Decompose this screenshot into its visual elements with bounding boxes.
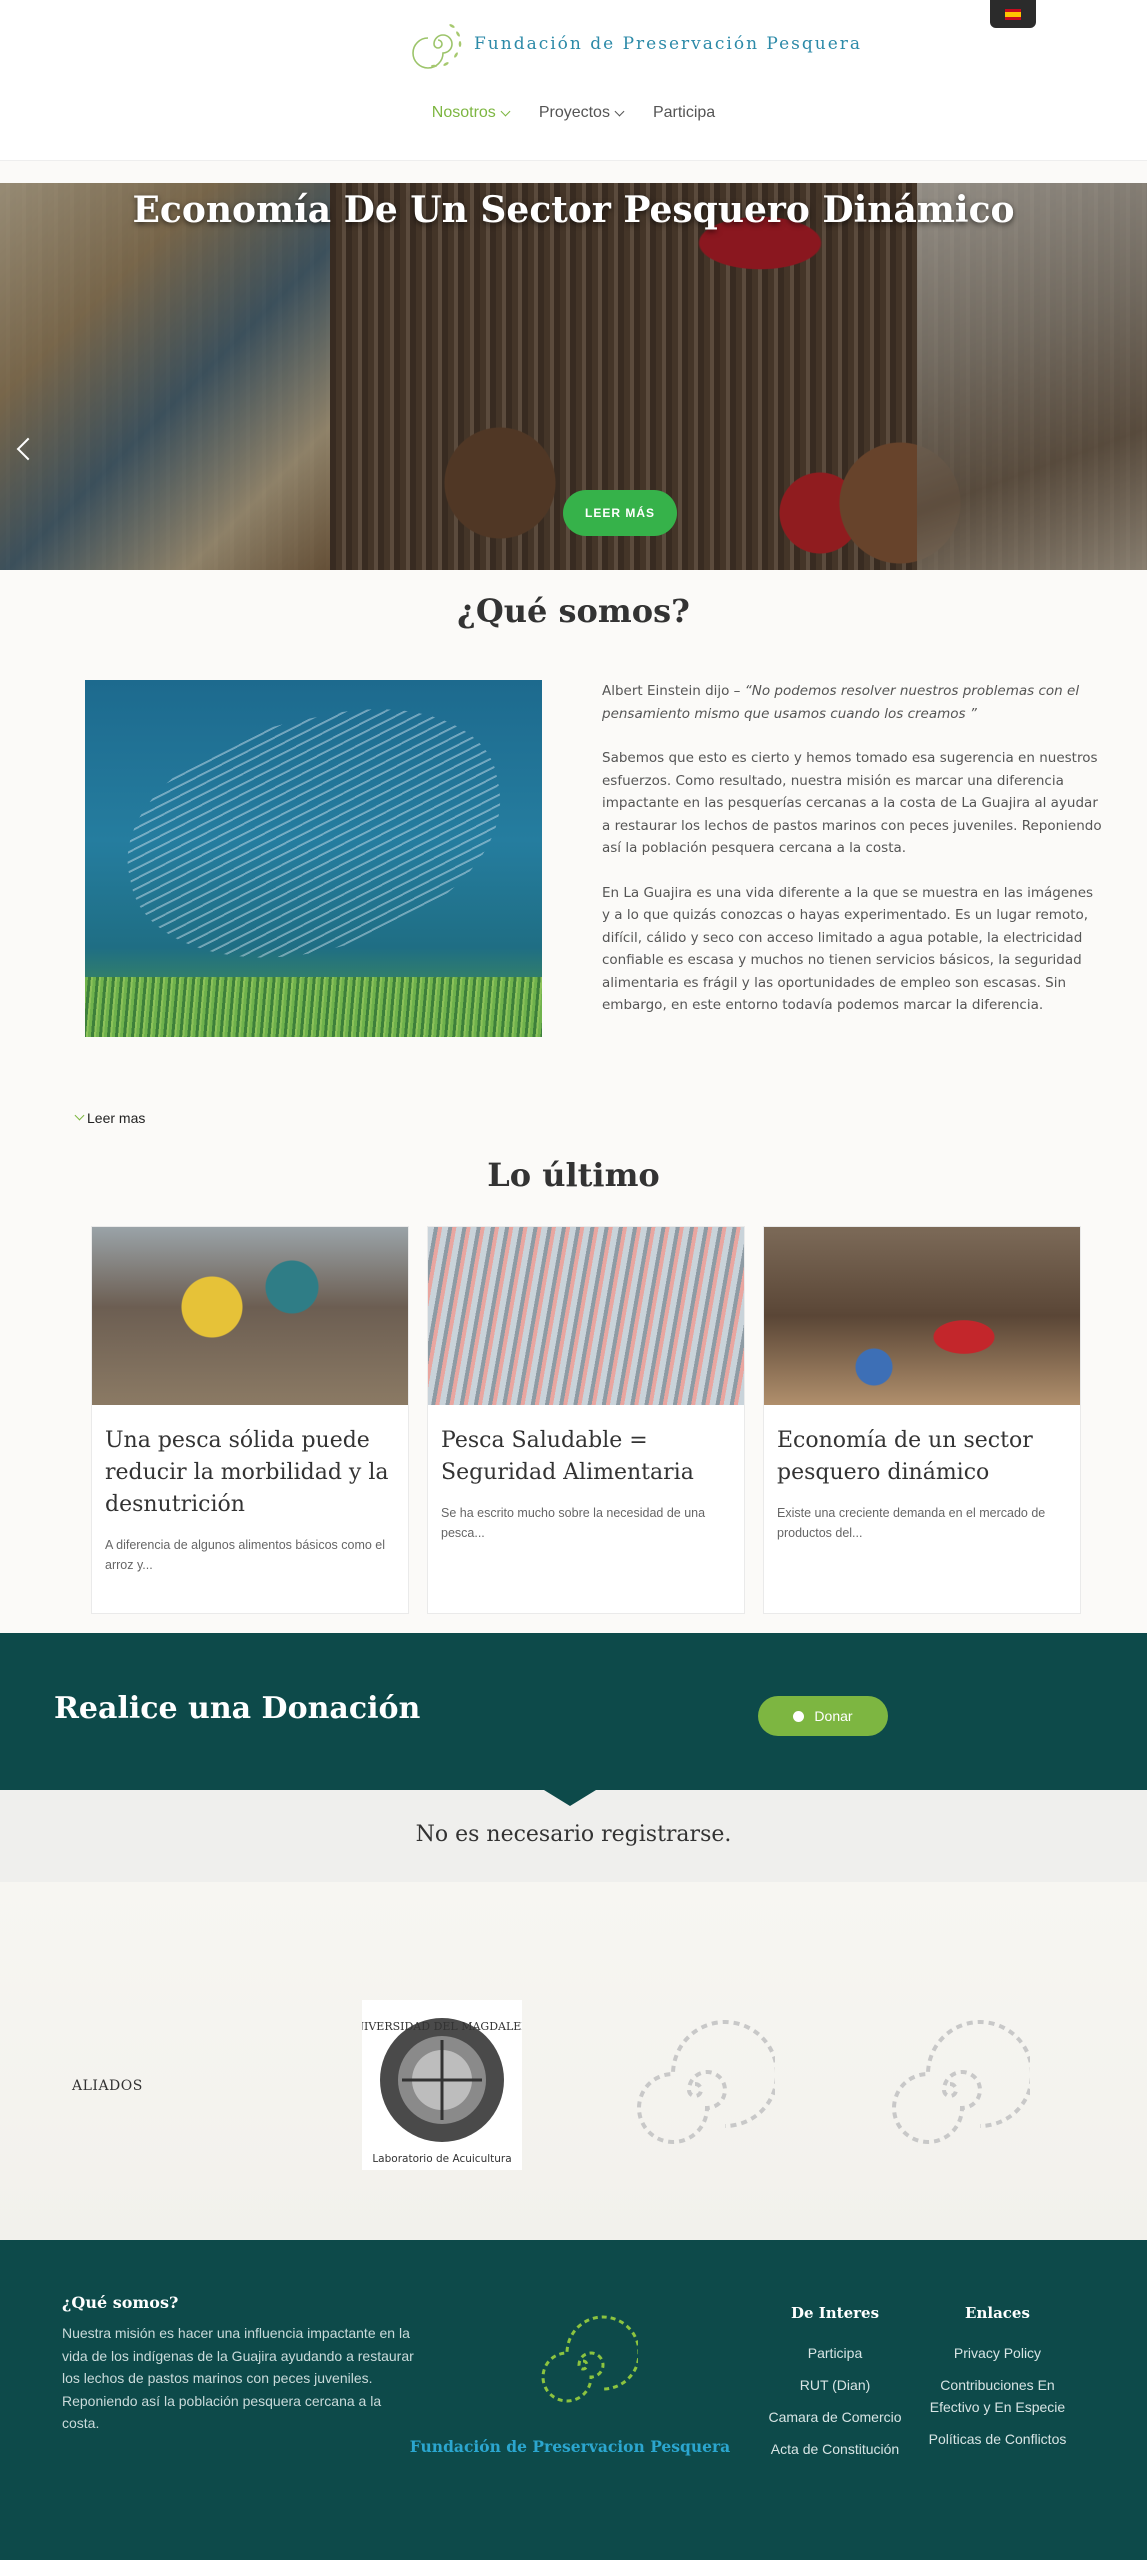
read-more-toggle[interactable]: Leer mas [74, 1110, 146, 1126]
footer-link-contribuciones[interactable]: Contribuciones En Efectivo y En Especie [920, 2374, 1075, 2418]
donate-button[interactable]: Donar [758, 1696, 888, 1736]
footer-about-title: ¿Qué somos? [62, 2293, 179, 2312]
no-registration-text: No es necesario registrarse. [415, 1822, 732, 1847]
footer-interest-title: De Interes [790, 2304, 880, 2322]
footer-link-participa[interactable]: Participa [750, 2342, 920, 2364]
post-title[interactable]: Pesca Saludable = Seguridad Alimentaria [441, 1425, 731, 1489]
donate-dot-icon [793, 1710, 805, 1722]
nav-item-label: Participa [652, 104, 716, 121]
hero-slider: LEER MÁS [0, 183, 1147, 570]
site-header: Fundación de Preservación Pesquera Nosot… [0, 0, 1147, 161]
allies-label: ALIADOS [72, 2078, 143, 2094]
about-text: Albert Einstein dijo – “No podemos resol… [602, 680, 1102, 1039]
nav-item-participa[interactable]: Participa [653, 104, 715, 122]
footer-org-name[interactable]: Fundación de Preservacion Pesquera [400, 2437, 740, 2456]
latest-title: Lo último [487, 1156, 660, 1194]
footer-link-camara[interactable]: Camara de Comercio [750, 2406, 920, 2428]
university-lab: Laboratorio de Acuicultura [372, 2153, 511, 2165]
allies-section: ALIADOS UNIVERSIDAD DEL MAGDALENA Labora… [0, 1882, 1147, 2240]
donate-button-label: Donar [814, 1708, 853, 1724]
donation-title: Realice una Donación [54, 1691, 421, 1726]
footer-links-title: Enlaces [965, 2304, 1030, 2322]
post-card[interactable]: Pesca Saludable = Seguridad Alimentaria … [427, 1226, 745, 1614]
donation-notch [544, 1790, 596, 1806]
post-title[interactable]: Economía de un sector pesquero dinámico [777, 1425, 1067, 1489]
quote-author: Albert Einstein dijo – [602, 683, 741, 699]
spain-flag-icon [1005, 8, 1021, 20]
post-card[interactable]: Una pesca sólida puede reducir la morbil… [91, 1226, 409, 1614]
site-logo[interactable]: Fundación de Preservación Pesquera [408, 14, 862, 74]
read-more-label: Leer mas [87, 1110, 146, 1126]
footer-link-privacy[interactable]: Privacy Policy [920, 2342, 1075, 2364]
post-excerpt: Existe una creciente demanda en el merca… [777, 1506, 1046, 1540]
hero-title: Economía De Un Sector Pesquero Dinámico [132, 189, 1015, 231]
spiral-fish-logo-icon [412, 24, 462, 69]
post-image-fish-market [428, 1227, 744, 1405]
post-image-hammock [764, 1227, 1080, 1405]
footer-about-text: Nuestra misión es hacer una influencia i… [62, 2325, 414, 2431]
university-name: UNIVERSIDAD DEL MAGDALENA [362, 2020, 522, 2033]
main-nav: Nosotros Proyectos Participa [0, 104, 1147, 122]
language-switcher[interactable] [990, 0, 1036, 28]
post-excerpt: A diferencia de algunos alimentos básico… [105, 1538, 386, 1572]
footer-links-column: Enlaces Privacy Policy Contribuciones En… [920, 2302, 1075, 2460]
hero-read-more-button[interactable]: LEER MÁS [563, 490, 677, 536]
site-logo-text: Fundación de Preservación Pesquera [474, 34, 863, 54]
spiral-fish-logo-icon[interactable] [870, 2000, 1030, 2170]
chevron-down-icon [500, 106, 511, 116]
post-title[interactable]: Una pesca sólida puede reducir la morbil… [105, 1425, 395, 1521]
chevron-down-icon [614, 106, 625, 116]
site-footer: ¿Qué somos? Nuestra misión es hacer una … [0, 2240, 1147, 2560]
about-title: ¿Qué somos? [457, 592, 690, 630]
post-excerpt: Se ha escrito mucho sobre la necesidad d… [441, 1506, 706, 1540]
spiral-fish-logo-icon[interactable] [615, 2000, 775, 2170]
nav-item-label: Nosotros [431, 104, 496, 121]
footer-interest-column: De Interes Participa RUT (Dian) Camara d… [750, 2302, 920, 2470]
post-card[interactable]: Economía de un sector pesquero dinámico … [763, 1226, 1081, 1614]
post-image-protest [92, 1227, 408, 1405]
footer-link-acta[interactable]: Acta de Constitución [750, 2438, 920, 2460]
about-paragraph-2: En La Guajira es una vida diferente a la… [602, 884, 1094, 1014]
spiral-fish-logo-icon[interactable] [528, 2310, 638, 2410]
nav-item-label: Proyectos [538, 104, 610, 121]
fish-school-image [85, 680, 542, 1037]
chevron-down-icon [74, 1110, 85, 1120]
nav-item-nosotros[interactable]: Nosotros [431, 104, 511, 122]
footer-link-rut[interactable]: RUT (Dian) [750, 2374, 920, 2396]
donation-banner: Realice una Donación Donar [0, 1633, 1147, 1790]
universidad-magdalena-logo[interactable]: UNIVERSIDAD DEL MAGDALENA Laboratorio de… [362, 2000, 522, 2170]
footer-link-conflictos[interactable]: Políticas de Conflictos [920, 2428, 1075, 2450]
about-paragraph-1: Sabemos que esto es cierto y hemos tomad… [602, 750, 1102, 856]
nav-item-proyectos[interactable]: Proyectos [538, 104, 625, 122]
